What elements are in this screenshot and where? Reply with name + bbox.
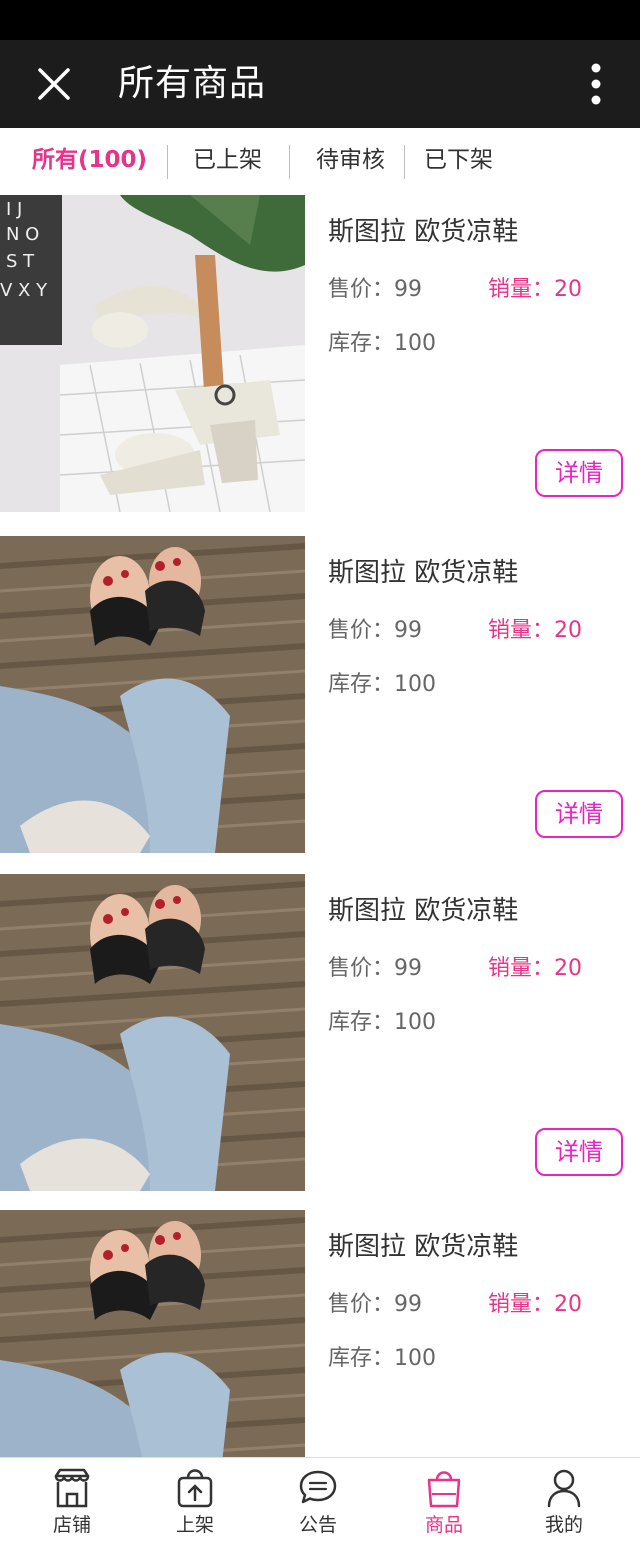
detail-button[interactable]: 详情 [535,790,623,838]
product-card[interactable]: 斯图拉 欧货凉鞋 售价：99 销量：20 库存：100 详情 [0,874,640,1191]
upload-bag-icon [175,1466,215,1510]
nav-label: 上架 [175,1514,214,1536]
tab-divider [167,145,168,179]
product-image[interactable]: I J N O S T V X Y [0,195,305,512]
more-menu-button[interactable] [578,60,614,108]
product-name: 斯图拉 欧货凉鞋 [328,558,519,588]
product-sales: 销量：20 [488,277,582,302]
product-sales: 销量：20 [488,956,582,981]
product-stock: 库存：100 [328,1346,436,1371]
nav-item-store[interactable]: 店铺 [8,1458,136,1541]
detail-button[interactable]: 详情 [535,449,623,497]
product-card[interactable]: 斯图拉 欧货凉鞋 售价：99 销量：20 库存：100 详情 [0,536,640,853]
app-bar: 所有商品 [0,40,640,128]
product-price: 售价：99 [328,1292,422,1317]
nav-label: 商品 [424,1514,463,1536]
nav-label: 公告 [298,1514,337,1536]
page-title: 所有商品 [118,63,267,104]
tab-divider [289,145,290,179]
svg-text:I J: I J [6,199,22,220]
tab-divider [404,145,405,179]
product-sales: 销量：20 [488,618,582,643]
tab-listed[interactable]: 已上架 [193,128,262,194]
svg-text:N O: N O [6,224,39,245]
product-stock: 库存：100 [328,672,436,697]
product-stock: 库存：100 [328,1010,436,1035]
product-card[interactable]: I J N O S T V X Y 斯图拉 欧货凉鞋 售价：99 销量：20 库… [0,195,640,512]
product-name: 斯图拉 欧货凉鞋 [328,1232,519,1262]
status-tabs: 所有(100) 已上架 待审核 已下架 [0,128,640,194]
tab-pending-review[interactable]: 待审核 [316,128,385,194]
nav-item-me[interactable]: 我的 [500,1458,628,1541]
status-bar [0,0,640,40]
detail-button[interactable]: 详情 [535,1128,623,1176]
product-sales: 销量：20 [488,1292,582,1317]
product-price: 售价：99 [328,277,422,302]
product-stock: 库存：100 [328,331,436,356]
product-image[interactable] [0,874,305,1191]
product-price: 售价：99 [328,956,422,981]
more-vertical-icon [591,63,601,105]
nav-item-products[interactable]: 商品 [380,1458,508,1541]
close-button[interactable] [28,58,80,110]
nav-label: 店铺 [52,1514,91,1536]
nav-item-announcement[interactable]: 公告 [254,1458,382,1541]
product-price: 售价：99 [328,618,422,643]
bottom-nav: 店铺 上架 公告 商品 我的 [0,1457,640,1541]
tab-all[interactable]: 所有(100) [32,128,147,194]
close-icon [38,68,70,100]
black-slide-sandals-on-feet-photo [0,874,305,1191]
product-name: 斯图拉 欧货凉鞋 [328,896,519,926]
shopping-bag-icon [424,1466,464,1510]
svg-text:S T: S T [6,251,35,272]
store-icon [52,1466,92,1510]
white-heeled-sandals-photo: I J N O S T V X Y [0,195,305,512]
tab-delisted[interactable]: 已下架 [424,128,493,194]
chat-bubble-icon [298,1466,338,1510]
user-icon [544,1466,584,1510]
product-name: 斯图拉 欧货凉鞋 [328,217,519,247]
nav-item-list-product[interactable]: 上架 [131,1458,259,1541]
product-image[interactable] [0,536,305,853]
nav-label: 我的 [544,1514,583,1536]
black-slide-sandals-on-feet-photo [0,536,305,853]
svg-text:V X Y: V X Y [0,280,48,301]
